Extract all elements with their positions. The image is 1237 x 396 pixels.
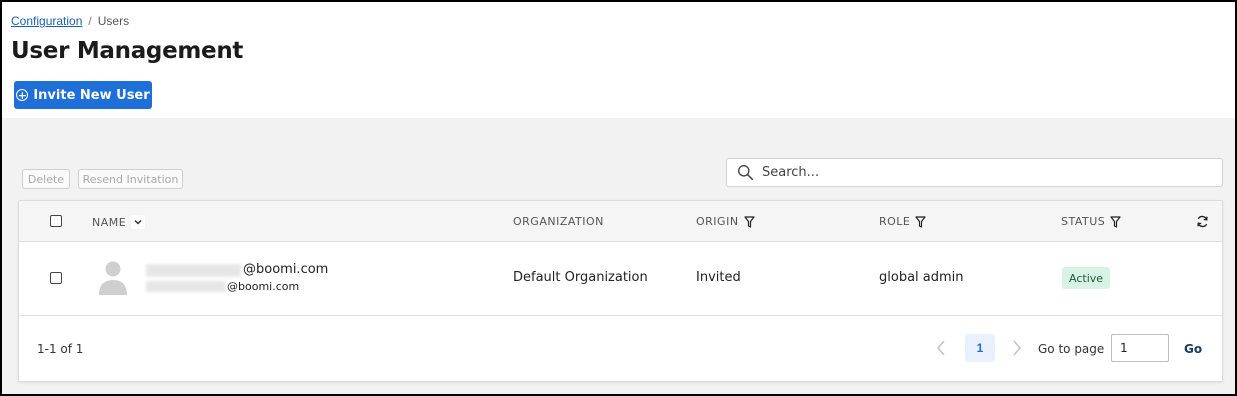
users-content: Delete Resend Invitation NAME ORGANIZATI…	[2, 118, 1235, 394]
breadcrumb-separator: /	[88, 14, 92, 28]
search-input[interactable]	[762, 165, 1202, 180]
user-organization: Default Organization	[513, 270, 648, 285]
column-status-label: STATUS	[1061, 215, 1106, 228]
go-button[interactable]: Go	[1184, 342, 1202, 356]
column-header-role: ROLE	[879, 215, 926, 228]
column-header-organization: ORGANIZATION	[513, 215, 604, 228]
row-checkbox[interactable]	[50, 272, 62, 284]
filter-icon[interactable]	[1110, 215, 1121, 228]
resend-invitation-button[interactable]: Resend Invitation	[78, 169, 183, 189]
breadcrumb-current: Users	[97, 14, 130, 28]
invite-new-user-button[interactable]: + Invite New User	[14, 81, 152, 109]
column-header-name[interactable]: NAME	[92, 215, 146, 229]
page-header: Configuration / Users User Management + …	[2, 2, 1235, 118]
goto-page-label: Go to page	[1038, 342, 1105, 356]
chevron-down-icon[interactable]	[131, 215, 146, 229]
column-organization-label: ORGANIZATION	[513, 215, 604, 228]
search-field[interactable]	[726, 158, 1223, 187]
app-frame: Configuration / Users User Management + …	[0, 0, 1237, 396]
pagination-bar: 1-1 of 1 1 Go to page Go	[19, 316, 1222, 382]
redacted-username	[146, 281, 226, 292]
column-header-origin: ORIGIN	[696, 215, 755, 228]
search-icon	[738, 165, 754, 181]
redacted-name	[146, 264, 241, 277]
result-range: 1-1 of 1	[37, 342, 84, 356]
user-role: global admin	[879, 270, 964, 285]
user-avatar-icon	[99, 261, 127, 295]
column-header-status: STATUS	[1061, 215, 1121, 228]
filter-icon[interactable]	[915, 215, 926, 228]
user-origin: Invited	[696, 270, 741, 285]
page-number-button[interactable]: 1	[965, 334, 995, 362]
select-all-checkbox[interactable]	[50, 215, 62, 227]
chevron-right-icon[interactable]	[1010, 339, 1024, 357]
table-row[interactable]: @boomi.com @boomi.com Default Organizati…	[19, 242, 1222, 316]
filter-icon[interactable]	[743, 215, 755, 228]
goto-page-input[interactable]	[1111, 334, 1169, 362]
column-origin-label: ORIGIN	[696, 215, 739, 228]
chevron-left-icon[interactable]	[934, 339, 948, 357]
column-role-label: ROLE	[879, 215, 911, 228]
column-name-label: NAME	[92, 215, 127, 229]
user-email-secondary: @boomi.com	[227, 280, 300, 293]
user-email: @boomi.com	[243, 262, 329, 277]
table-header: NAME ORGANIZATION ORIGIN ROLE STATUS	[19, 201, 1222, 242]
delete-button[interactable]: Delete	[22, 169, 70, 189]
status-badge: Active	[1062, 267, 1111, 289]
breadcrumb-configuration-link[interactable]: Configuration	[11, 14, 82, 28]
users-table: NAME ORGANIZATION ORIGIN ROLE STATUS @bo…	[18, 200, 1223, 382]
page-title: User Management	[11, 38, 244, 64]
refresh-icon[interactable]	[1196, 215, 1209, 228]
breadcrumb: Configuration / Users	[11, 14, 129, 28]
plus-circle-icon: +	[16, 88, 29, 102]
invite-button-label: Invite New User	[33, 87, 150, 103]
